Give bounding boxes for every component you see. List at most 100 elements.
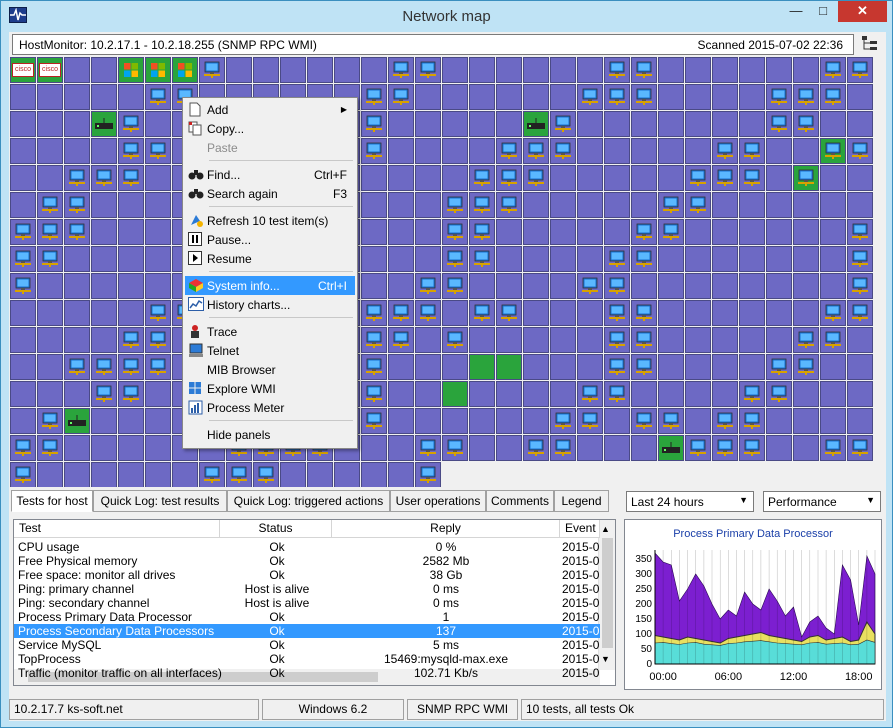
- empty-cell[interactable]: [523, 219, 549, 245]
- host-monitor-icon[interactable]: [361, 84, 387, 110]
- empty-cell[interactable]: [415, 138, 441, 164]
- empty-cell[interactable]: [64, 57, 90, 83]
- host-monitor-icon[interactable]: [604, 273, 630, 299]
- host-monitor-icon[interactable]: [64, 219, 90, 245]
- host-monitor-icon[interactable]: [739, 381, 765, 407]
- empty-cell[interactable]: [37, 462, 63, 487]
- empty-cell[interactable]: [577, 300, 603, 326]
- empty-cell[interactable]: [685, 219, 711, 245]
- empty-cell[interactable]: [847, 327, 873, 353]
- empty-cell[interactable]: [91, 462, 117, 487]
- host-monitor-icon[interactable]: [631, 246, 657, 272]
- host-monitor-icon[interactable]: [658, 192, 684, 218]
- empty-cell[interactable]: [145, 111, 171, 137]
- empty-cell[interactable]: [550, 219, 576, 245]
- empty-cell[interactable]: [766, 246, 792, 272]
- empty-cell[interactable]: [496, 84, 522, 110]
- empty-cell[interactable]: [739, 300, 765, 326]
- empty-cell[interactable]: [523, 381, 549, 407]
- empty-cell[interactable]: [415, 111, 441, 137]
- empty-cell[interactable]: [739, 246, 765, 272]
- host-monitor-icon[interactable]: [820, 57, 846, 83]
- host-monitor-icon[interactable]: [793, 84, 819, 110]
- empty-cell[interactable]: [712, 84, 738, 110]
- empty-cell[interactable]: [523, 354, 549, 380]
- empty-cell[interactable]: [550, 354, 576, 380]
- empty-cell[interactable]: [496, 111, 522, 137]
- menu-item-resume[interactable]: Resume: [185, 249, 355, 268]
- empty-cell[interactable]: [145, 246, 171, 272]
- empty-cell[interactable]: [523, 246, 549, 272]
- empty-cell[interactable]: [550, 381, 576, 407]
- empty-cell[interactable]: [631, 138, 657, 164]
- host-monitor-icon[interactable]: [658, 219, 684, 245]
- empty-cell[interactable]: [469, 327, 495, 353]
- empty-cell[interactable]: [307, 462, 333, 487]
- empty-cell[interactable]: [64, 138, 90, 164]
- host-monitor-icon[interactable]: [631, 219, 657, 245]
- empty-cell[interactable]: [361, 462, 387, 487]
- host-monitor-icon[interactable]: [550, 408, 576, 434]
- empty-cell[interactable]: [604, 435, 630, 461]
- close-button[interactable]: ✕: [838, 1, 887, 22]
- title-bar[interactable]: Network map — □ ✕: [1, 1, 892, 31]
- menu-item-system-info[interactable]: System info... Ctrl+I: [185, 276, 355, 295]
- router-icon[interactable]: [64, 408, 90, 434]
- host-monitor-icon[interactable]: [469, 165, 495, 191]
- empty-cell[interactable]: [145, 219, 171, 245]
- empty-cell[interactable]: [793, 435, 819, 461]
- empty-cell[interactable]: [820, 381, 846, 407]
- column-header-reply[interactable]: Reply: [332, 520, 560, 538]
- empty-cell[interactable]: [496, 273, 522, 299]
- empty-cell[interactable]: [442, 408, 468, 434]
- host-monitor-icon[interactable]: [604, 327, 630, 353]
- empty-cell[interactable]: [577, 192, 603, 218]
- menu-item-search-again[interactable]: Search again F3: [185, 184, 355, 203]
- host-monitor-icon[interactable]: [118, 111, 144, 137]
- empty-cell[interactable]: [388, 354, 414, 380]
- table-row[interactable]: Traffic (monitor traffic on all interfac…: [14, 666, 600, 680]
- table-row[interactable]: Ping: secondary channel Host is alive 0 ms…: [14, 596, 600, 610]
- empty-cell[interactable]: [388, 381, 414, 407]
- host-monitor-icon[interactable]: [577, 408, 603, 434]
- empty-cell[interactable]: [577, 435, 603, 461]
- empty-cell[interactable]: [793, 219, 819, 245]
- tab-tests-for-host[interactable]: Tests for host: [11, 490, 93, 512]
- host-monitor-icon[interactable]: [631, 300, 657, 326]
- host-monitor-icon[interactable]: [64, 354, 90, 380]
- host-monitor-icon[interactable]: [415, 435, 441, 461]
- host-monitor-icon[interactable]: [577, 381, 603, 407]
- empty-cell[interactable]: [739, 57, 765, 83]
- empty-cell[interactable]: [820, 408, 846, 434]
- host-monitor-icon[interactable]: [37, 192, 63, 218]
- empty-cell[interactable]: [739, 84, 765, 110]
- empty-cell[interactable]: [442, 84, 468, 110]
- period-select[interactable]: Last 24 hours ▼: [626, 491, 754, 512]
- test-log-table[interactable]: ▲ ▼ Test Status Reply Event CPU usage Ok 0 % 20…: [13, 519, 616, 686]
- menu-item-trace[interactable]: Trace: [185, 322, 355, 341]
- menu-item-mib-browser[interactable]: MIB Browser: [185, 360, 355, 379]
- empty-cell[interactable]: [523, 84, 549, 110]
- empty-cell[interactable]: [766, 219, 792, 245]
- empty-cell[interactable]: [712, 192, 738, 218]
- host-monitor-icon[interactable]: [442, 219, 468, 245]
- host-monitor-icon[interactable]: [739, 138, 765, 164]
- empty-cell[interactable]: [64, 111, 90, 137]
- host-monitor-icon[interactable]: [820, 138, 846, 164]
- empty-cell[interactable]: [766, 327, 792, 353]
- host-monitor-icon[interactable]: [793, 165, 819, 191]
- empty-cell[interactable]: [712, 111, 738, 137]
- empty-cell[interactable]: [91, 57, 117, 83]
- host-monitor-icon[interactable]: [145, 327, 171, 353]
- empty-cell[interactable]: [523, 57, 549, 83]
- empty-cell[interactable]: [145, 435, 171, 461]
- empty-cell[interactable]: [388, 219, 414, 245]
- empty-cell[interactable]: [793, 246, 819, 272]
- host-monitor-icon[interactable]: [793, 327, 819, 353]
- host-monitor-icon[interactable]: [604, 300, 630, 326]
- cisco-icon[interactable]: cisco: [37, 57, 63, 83]
- host-monitor-icon[interactable]: [118, 165, 144, 191]
- empty-cell[interactable]: [739, 354, 765, 380]
- empty-cell[interactable]: [847, 165, 873, 191]
- empty-cell[interactable]: [172, 462, 198, 487]
